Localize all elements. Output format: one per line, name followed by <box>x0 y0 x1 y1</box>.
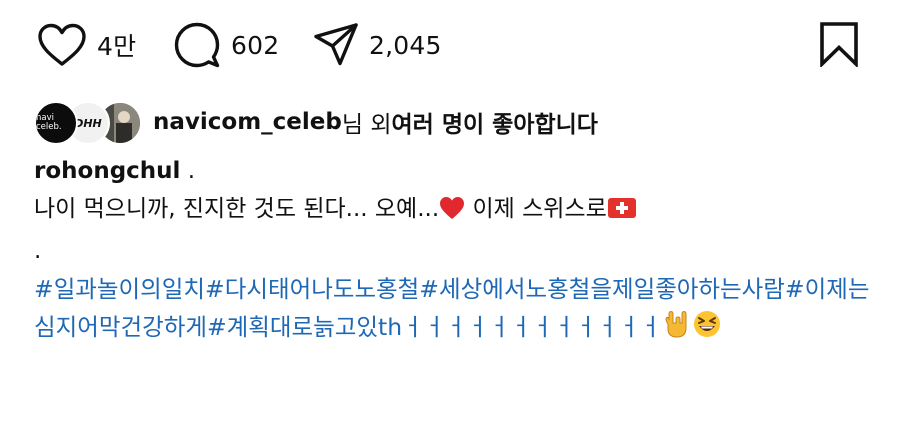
avatar[interactable]: navi celeb. <box>34 101 78 145</box>
red-heart-icon <box>439 194 465 232</box>
heart-icon <box>37 23 87 67</box>
bookmark-icon <box>819 22 859 71</box>
action-bar: 4만 602 2,045 <box>0 0 899 90</box>
hashtag-block: #일과놀이의일치#다시태어나도노홍철#세상에서노홍철을제일좋아하는사람#이제는심… <box>34 270 874 350</box>
svg-text:DHH: DHH <box>74 117 102 130</box>
share-button[interactable]: 2,045 <box>313 20 442 70</box>
caption-text-continued: 이제 스위스로 <box>465 196 607 222</box>
like-button[interactable]: 4만 <box>37 20 136 70</box>
post-caption: rohongchul . 나이 먹으니까, 진지한 것도 된다... 오예...… <box>34 152 874 350</box>
comment-bubble-icon <box>173 21 221 69</box>
avatar-logo-text: navi celeb. <box>36 113 62 132</box>
comment-button[interactable]: 602 <box>173 20 279 70</box>
rock-hand-icon <box>662 309 692 350</box>
comment-count: 602 <box>231 30 280 60</box>
trailing-text: ㅓㅓㅓㅓㅓㅓㅓㅓㅓㅓㅓㅓ <box>402 313 662 341</box>
caption-text: 나이 먹으니까, 진지한 것도 된다... 오예... <box>34 196 440 222</box>
paper-plane-icon <box>313 22 359 68</box>
liker-username[interactable]: navicom_celeb <box>153 109 342 135</box>
liked-by-row[interactable]: navi celeb. DHH navicom_celeb 님 외 여러 명이 좋… <box>34 97 598 147</box>
likes-suffix-plain: 님 외 <box>341 112 392 138</box>
grinning-squint-face-icon <box>692 309 722 350</box>
save-button[interactable] <box>819 21 859 71</box>
like-count: 4만 <box>97 32 137 61</box>
share-count: 2,045 <box>369 30 442 60</box>
caption-dot-line: . <box>34 238 42 264</box>
caption-username-suffix: . <box>180 158 196 184</box>
caption-line: 나이 먹으니까, 진지한 것도 된다... 오예... 이제 스위스로 <box>34 190 874 232</box>
likes-suffix-bold[interactable]: 여러 명이 좋아합니다 <box>392 105 598 139</box>
liker-avatars[interactable]: navi celeb. DHH <box>34 100 142 145</box>
caption-username[interactable]: rohongchul <box>34 158 180 184</box>
caption-author-line: rohongchul . <box>34 152 874 190</box>
swiss-flag-icon <box>607 194 637 232</box>
